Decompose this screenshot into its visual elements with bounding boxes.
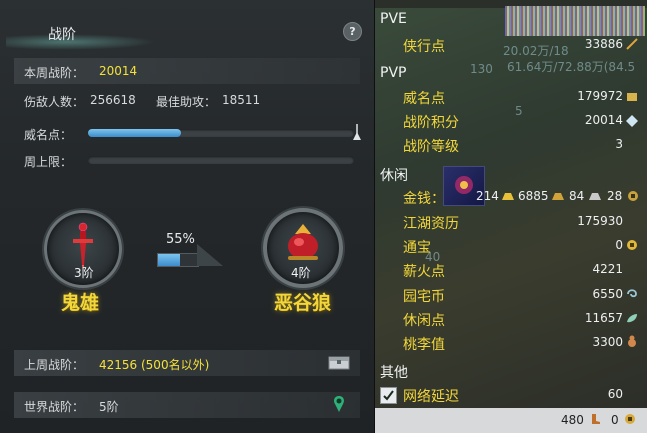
xiuxian-value: 11657 <box>584 311 623 325</box>
location-pin-icon[interactable] <box>332 395 346 415</box>
leisure-row-tongbao: 通宝 0 <box>375 235 647 257</box>
pvp-header: PVP <box>380 65 407 81</box>
latency-row: 网络延迟 60 <box>375 384 647 406</box>
current-rank-name: 鬼雄 <box>61 292 100 314</box>
pve-header: PVE <box>380 11 407 27</box>
yuanzhai-value: 6550 <box>592 287 623 301</box>
last-week-rank-row: 上周战阶： 42156 (500名以外) <box>14 350 360 376</box>
footer-right-value: 0 <box>611 413 619 427</box>
weekly-cap-label: 周上限： <box>24 155 73 169</box>
crystal-icon <box>626 115 638 127</box>
weekly-rank-value: 20014 <box>99 64 138 78</box>
yuanzhai-label: 园宅币 <box>403 289 445 305</box>
xiaxing-label: 侠行点 <box>403 39 445 55</box>
last-week-label: 上周战阶： <box>24 358 85 372</box>
panel-title: 战阶 <box>48 27 76 43</box>
xinhuo-label: 薪火点 <box>403 264 445 280</box>
rank-progress-fill <box>158 254 180 266</box>
enemies-label: 伤敌人数： <box>24 95 85 109</box>
check-icon <box>383 390 394 401</box>
bg-fragment-b: 61.64万/72.88万(84.5 <box>507 60 636 74</box>
pve-row-xiaxing: 侠行点 33886 <box>375 34 647 56</box>
assist-value: 18511 <box>222 93 261 107</box>
taoli-label: 桃李值 <box>403 337 445 353</box>
background-striped-effect <box>505 6 645 36</box>
weekly-cap-progress-bar <box>88 156 354 164</box>
money-label: 金钱： <box>403 191 445 207</box>
world-rank-label: 世界战阶： <box>24 400 85 414</box>
jianghu-value: 175930 <box>577 214 623 228</box>
leisure-row-jianghu: 江湖资历 175930 <box>375 211 647 233</box>
fame-progress-fill <box>88 129 182 137</box>
battle-rank-panel: 战阶 ? 本周战阶： 20014 伤敌人数： 256618 最佳助攻： 1851… <box>0 0 375 433</box>
fame-marker-icon <box>352 124 362 142</box>
pvp-row-fame: 威名点 179972 <box>375 86 647 108</box>
rank-progress-bar <box>157 253 199 267</box>
gold-ingot-icon <box>502 193 514 200</box>
fame-token-icon <box>627 93 637 101</box>
pvp-row-score: 战阶积分 20014 <box>375 110 647 132</box>
pvp-row-level: 战阶等级 3 <box>375 134 647 156</box>
rank-progress-arrow-icon <box>197 244 225 269</box>
footer-bar: 480 0 <box>375 408 647 433</box>
jianghu-label: 江湖资历 <box>403 216 459 232</box>
header-swoosh-decoration <box>6 34 156 50</box>
tongbao-coin-icon <box>627 240 637 250</box>
latency-value: 60 <box>607 387 623 401</box>
leisure-header: 休闲 <box>380 168 408 184</box>
chest-icon[interactable] <box>328 354 350 370</box>
other-header: 其他 <box>380 365 408 381</box>
leisure-row-xiuxian: 休闲点 11657 <box>375 308 647 330</box>
leisure-row-xinhuo: 薪火点 4221 <box>375 259 647 281</box>
leisure-row-taoli: 桃李值 3300 <box>375 332 647 354</box>
money-row: 金钱： 214 6885 84 28 <box>375 186 647 208</box>
latency-label: 网络延迟 <box>403 389 459 405</box>
silver-ingot-icon <box>552 193 564 200</box>
fame-points-label: 威名点 <box>403 91 445 107</box>
boot-icon <box>592 414 600 424</box>
last-week-value: 42156 (500名以外) <box>99 358 210 372</box>
world-rank-value: 5阶 <box>99 400 119 414</box>
money-gold-value: 214 <box>476 189 499 203</box>
latency-checkbox[interactable] <box>380 387 397 404</box>
assist-label: 最佳助攻： <box>156 95 217 109</box>
fame-label: 威名点： <box>24 128 73 142</box>
taoli-value: 3300 <box>592 335 623 349</box>
leisure-row-yuanzhai: 园宅币 6550 <box>375 284 647 306</box>
copper-ingot-icon <box>589 193 601 200</box>
tongbao-value: 0 <box>615 238 623 252</box>
rank-score-label: 战阶积分 <box>403 115 459 131</box>
currency-panel: 20.02万/18 61.64万/72.88万(84.5 130 5 40 PV… <box>375 0 647 433</box>
bg-fragment-c: 130 <box>470 62 493 76</box>
panel-header: 战阶 <box>0 14 374 50</box>
footer-left-value: 480 <box>561 413 584 427</box>
current-rank-level: 3阶 <box>74 266 94 280</box>
xiaxing-value: 33886 <box>584 37 623 51</box>
xiuxian-label: 休闲点 <box>403 313 445 329</box>
next-rank-name: 恶谷狼 <box>274 292 332 314</box>
rank-level-value: 3 <box>615 137 623 151</box>
rank-progress-percent: 55% <box>166 232 195 247</box>
enemies-value: 256618 <box>90 93 136 107</box>
fame-progress-bar <box>88 129 354 137</box>
coin-icon <box>628 191 638 201</box>
money-copper-value: 84 <box>569 189 585 203</box>
world-rank-row: 世界战阶： 5阶 <box>14 392 360 418</box>
leaf-icon <box>627 314 637 323</box>
weekly-rank-row: 本周战阶： 20014 <box>14 58 360 84</box>
swirl-icon <box>627 289 637 298</box>
rank-level-label: 战阶等级 <box>403 139 459 155</box>
money-other-value: 28 <box>607 189 623 203</box>
sword-currency-icon <box>626 38 638 50</box>
next-rank-level: 4阶 <box>291 266 311 280</box>
rank-score-value: 20014 <box>584 113 623 127</box>
xinhuo-value: 4221 <box>592 262 623 276</box>
help-icon[interactable]: ? <box>343 22 362 41</box>
weekly-rank-label: 本周战阶： <box>24 66 85 80</box>
footer-coin-icon <box>625 414 635 424</box>
tongbao-label: 通宝 <box>403 240 431 256</box>
gourd-icon <box>628 335 636 347</box>
money-silver-value: 6885 <box>518 189 549 203</box>
fame-points-value: 179972 <box>577 89 623 103</box>
